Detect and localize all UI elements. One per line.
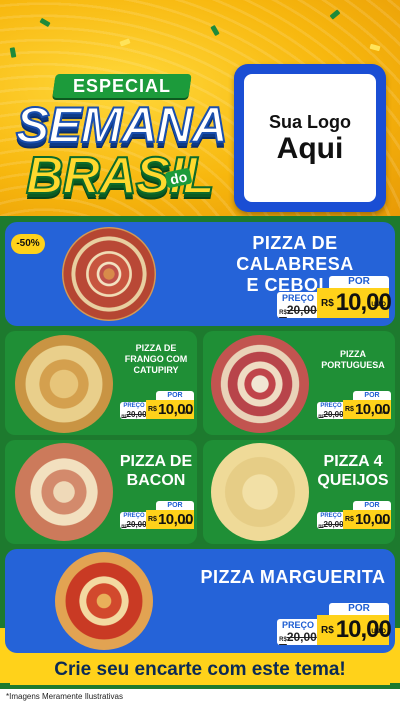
product-name: PIZZA 4 QUEIJOS <box>317 453 389 489</box>
new-price-box: R$ 10,00 UNID <box>343 510 391 529</box>
especial-ribbon: ESPECIAL <box>52 74 192 98</box>
new-price-box: R$ 10,00 UNID <box>146 400 194 419</box>
product-card-frango[interactable]: PIZZA DE FRANGO COM CATUPIRY PREÇO R$20,… <box>5 331 197 435</box>
pizza-image <box>55 552 153 650</box>
por-label: POR <box>353 501 391 510</box>
new-price-box: R$ 10,00 UNID <box>343 400 391 419</box>
logo-text-line2: Aqui <box>276 131 344 165</box>
pizza-image <box>211 335 309 433</box>
por-label: POR <box>156 391 194 400</box>
cta-banner[interactable]: Crie seu encarte com este tema! <box>10 655 390 685</box>
new-price-box: R$ 10,00 UNID <box>317 615 392 645</box>
old-price-box: PREÇO R$20,00 <box>120 512 148 529</box>
old-price-box: PREÇO R$20,00 <box>317 402 345 419</box>
old-price-box: PREÇO R$20,00 <box>120 402 148 419</box>
price-tag: PREÇO R$20,00 POR R$ 10,00 UNID <box>277 603 392 645</box>
por-label: POR <box>156 501 194 510</box>
pizza-image <box>62 227 156 321</box>
pizza-image <box>15 335 113 433</box>
product-card-marguerita[interactable]: PIZZA MARGUERITA PREÇO R$20,00 POR R$ 10… <box>5 549 395 653</box>
new-price-box: R$ 10,00 UNID <box>146 510 194 529</box>
logo-inner: Sua Logo Aqui <box>244 74 376 202</box>
header-banner: ESPECIAL SEMANA BRASIL do Sua Logo Aqui <box>0 0 400 216</box>
product-name: PIZZA MARGUERITA <box>200 567 386 587</box>
logo-text-line1: Sua Logo <box>269 111 351 132</box>
disclaimer-note: *Imagens Meramente Ilustrativas <box>6 692 123 701</box>
old-price-box: PREÇO R$20,00 <box>277 292 319 318</box>
product-name: PIZZA PORTUGUESA <box>321 349 385 370</box>
price-tag: PREÇO R$20,00 POR R$ 10,00 UNID <box>317 501 391 529</box>
confetti-shape <box>329 9 341 20</box>
por-label: POR <box>329 603 389 615</box>
price-tag: PREÇO R$20,00 POR R$ 10,00 UNID <box>120 391 194 419</box>
price-tag: PREÇO R$20,00 POR R$ 10,00 UNID <box>120 501 194 529</box>
confetti-shape <box>39 17 51 28</box>
por-label: POR <box>353 391 391 400</box>
price-tag: PREÇO R$20,00 POR R$ 10,00 UNID <box>317 391 391 419</box>
product-card-bacon[interactable]: PIZZA DE BACON PREÇO R$20,00 POR R$ 10,0… <box>5 440 197 544</box>
product-name: PIZZA DE BACON <box>119 453 193 489</box>
old-price-box: PREÇO R$20,00 <box>277 619 319 645</box>
pizza-image <box>211 443 309 541</box>
pizza-image <box>15 443 113 541</box>
product-card-calabresa[interactable]: -50% PIZZA DE CALABRESA E CEBOLA PREÇO R… <box>5 222 395 326</box>
old-price-box: PREÇO R$20,00 <box>317 512 345 529</box>
logo-placeholder[interactable]: Sua Logo Aqui <box>234 64 386 212</box>
product-name: PIZZA DE FRANGO COM CATUPIRY <box>124 343 188 375</box>
product-card-portuguesa[interactable]: PIZZA PORTUGUESA PREÇO R$20,00 POR R$ 10… <box>203 331 395 435</box>
por-label: POR <box>329 276 389 288</box>
new-price-box: R$ 10,00 UNID <box>317 288 392 318</box>
price-tag: PREÇO R$20,00 POR R$ 10,00 UNID <box>277 276 392 318</box>
confetti-shape <box>369 43 381 52</box>
discount-badge: -50% <box>11 234 45 254</box>
product-card-4-queijos[interactable]: PIZZA 4 QUEIJOS PREÇO R$20,00 POR R$ 10,… <box>203 440 395 544</box>
footer-bar: *Imagens Meramente Ilustrativas <box>0 689 400 711</box>
confetti-shape <box>210 24 220 37</box>
confetti-shape <box>9 47 17 58</box>
confetti-shape <box>119 38 131 47</box>
campaign-title: ESPECIAL SEMANA BRASIL do <box>14 70 234 206</box>
